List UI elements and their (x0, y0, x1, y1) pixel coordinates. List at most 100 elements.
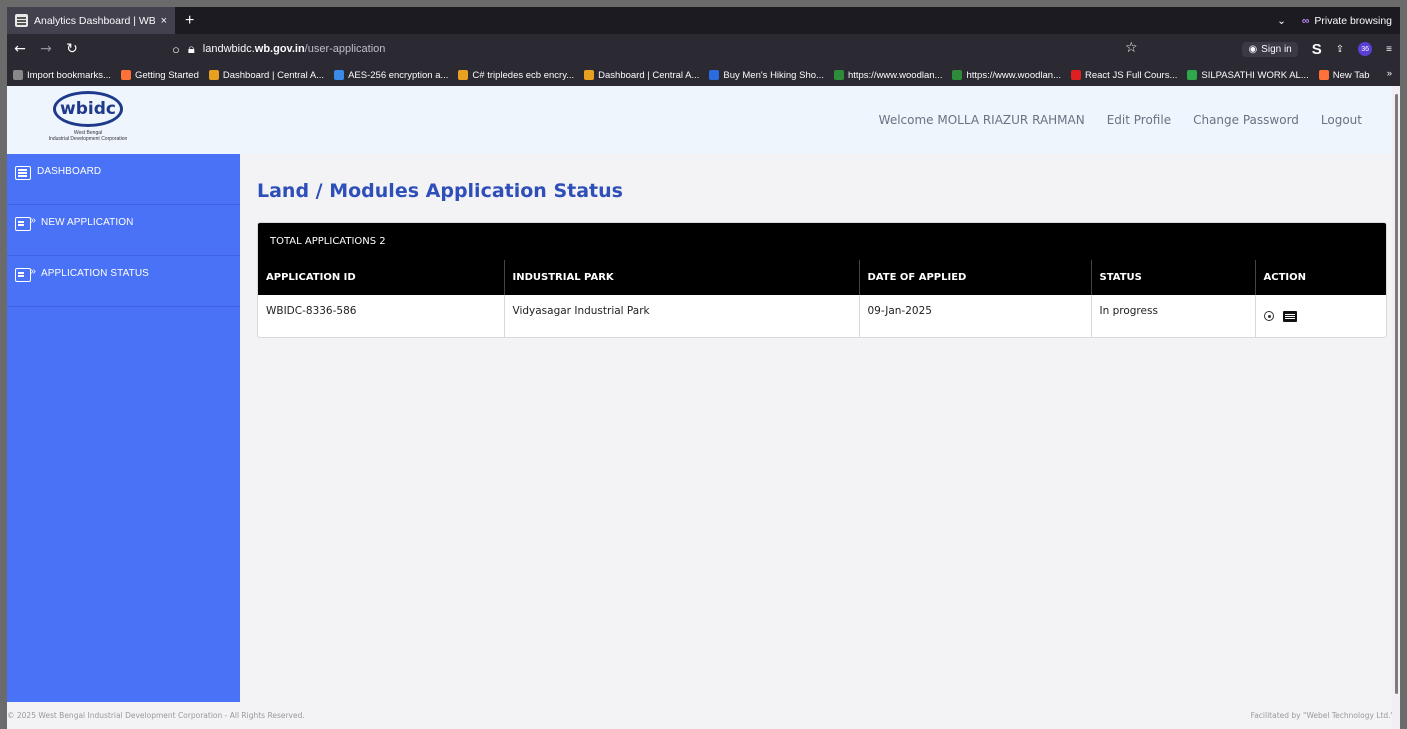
bookmark-item[interactable]: Import bookmarks... (13, 70, 111, 81)
sidebar-item-application-status[interactable]: APPLICATION STATUS (7, 256, 240, 307)
bookmark-label: Import bookmarks... (27, 69, 111, 81)
bookmark-favicon-icon (208, 70, 219, 80)
bookmark-favicon-icon (458, 70, 469, 80)
date-applied-cell: 09-Jan-2025 (858, 295, 1091, 337)
share-icon[interactable]: ⇪ (1336, 44, 1344, 55)
bookmark-item[interactable]: Buy Men's Hiking Sho... (709, 70, 824, 81)
private-browsing-indicator: ∞ Private browsing (1302, 15, 1392, 27)
status-cell: In progress (1090, 295, 1255, 337)
bookmark-item[interactable]: Dashboard | Central A... (208, 69, 325, 81)
tab-title: Analytics Dashboard | WBIDC (34, 14, 155, 27)
applications-table-card: TOTAL APPLICATIONS 2 APPLICATION ID INDU… (257, 222, 1387, 338)
bookmark-label: C# tripledes ecb encry... (472, 69, 575, 81)
bookmark-item[interactable]: Dashboard | Central A... (584, 70, 699, 81)
applications-table: APPLICATION ID INDUSTRIAL PARK DATE OF A… (258, 260, 1386, 337)
reload-button[interactable]: ↻ (59, 41, 85, 57)
bookmark-favicon-icon (952, 70, 963, 80)
web-page: wbidc West Bengal Industrial Development… (7, 86, 1400, 729)
sign-in-button[interactable]: ◉ Sign in (1242, 41, 1298, 57)
logout-link[interactable]: Logout (1321, 113, 1362, 127)
lock-icon[interactable]: 🔒︎ (188, 41, 195, 57)
logo-line-2: Industrial Development Corporation (48, 136, 128, 142)
s-extension-icon[interactable]: S (1312, 41, 1322, 58)
private-mask-icon: ∞ (1301, 14, 1310, 27)
bookmark-label: https://www.woodlan... (847, 69, 943, 81)
new-application-icon (15, 215, 36, 231)
bookmark-label: SILPASATHI WORK AL... (1201, 69, 1309, 81)
view-icon[interactable] (1263, 311, 1274, 321)
dashboard-icon (15, 166, 31, 180)
edit-profile-link[interactable]: Edit Profile (1107, 113, 1171, 127)
bookmark-favicon-icon (13, 70, 23, 80)
bookmark-favicon-icon (334, 70, 345, 80)
forward-button[interactable]: → (33, 41, 59, 57)
sign-in-label: Sign in (1261, 43, 1292, 55)
copyright-text: © 2025 West Bengal Industrial Developmen… (7, 711, 305, 720)
back-button[interactable]: ← (7, 41, 33, 57)
extension-badge[interactable]: 36 (1358, 42, 1373, 56)
list-tabs-icon[interactable]: ⌄ (1277, 15, 1286, 27)
industrial-park-cell: Vidyasagar Industrial Park (503, 295, 859, 337)
page-scrollbar[interactable] (1392, 86, 1400, 729)
bookmark-item[interactable]: React JS Full Cours... (1071, 70, 1177, 81)
browser-window: Analytics Dashboard | WBIDC × + ⌄ ∞ Priva… (7, 7, 1400, 729)
column-header: STATUS (1090, 260, 1255, 295)
bookmark-item[interactable]: C# tripledes ecb encry... (458, 70, 574, 81)
scrollbar-thumb[interactable] (1395, 94, 1398, 694)
table-header-row: APPLICATION ID INDUSTRIAL PARK DATE OF A… (258, 260, 1386, 295)
url-bar[interactable]: ○ 🔒︎ landwbidc.wb.gov.in/user-applicatio… (172, 37, 1372, 61)
bookmark-favicon-icon (584, 70, 595, 80)
url-host: landwbidc.wb.gov.in (202, 43, 305, 55)
sidebar-item-dashboard[interactable]: DASHBOARD (7, 154, 240, 205)
bookmark-label: React JS Full Cours... (1085, 69, 1178, 81)
total-applications: TOTAL APPLICATIONS 2 (258, 223, 1386, 260)
browser-tab[interactable]: Analytics Dashboard | WBIDC × (7, 7, 175, 34)
table-row: WBIDC-8336-586 Vidyasagar Industrial Par… (258, 295, 1386, 337)
private-label: Private browsing (1314, 14, 1392, 27)
navigation-bar: ← → ↻ ○ 🔒︎ landwbidc.wb.gov.in/user-appl… (7, 34, 1400, 64)
close-tab-icon[interactable]: × (161, 15, 167, 27)
facilitated-text: Facilitated by "Webel Technology Ltd." (1250, 711, 1394, 720)
column-header: ACTION (1254, 260, 1386, 295)
bookmark-item[interactable]: https://www.woodlan... (833, 69, 943, 81)
document-icon[interactable] (1282, 310, 1297, 322)
column-header: APPLICATION ID (258, 260, 504, 295)
action-cell (1254, 295, 1386, 337)
bookmark-item[interactable]: New Tab (1318, 70, 1370, 81)
site-header: wbidc West Bengal Industrial Development… (7, 86, 1400, 154)
shield-icon[interactable]: ○ (172, 42, 180, 57)
toolbar-right: ◉ Sign in S ⇪ 36 ≡ (1242, 34, 1392, 64)
account-icon: ◉ (1248, 43, 1258, 55)
page-title: Land / Modules Application Status (257, 180, 623, 202)
bookmark-star-icon[interactable]: ☆ (1125, 40, 1138, 56)
new-tab-button[interactable]: + (185, 12, 194, 30)
bookmark-label: Dashboard | Central A... (222, 69, 325, 81)
bookmark-favicon-icon (833, 70, 844, 80)
logo-mark: wbidc (53, 91, 123, 127)
more-bookmarks-icon[interactable]: » (1387, 68, 1392, 79)
welcome-text: Welcome MOLLA RIAZUR RAHMAN (878, 113, 1085, 127)
bookmark-favicon-icon (120, 70, 131, 80)
bookmark-label: https://www.woodlan... (966, 69, 1061, 81)
tab-bar: Analytics Dashboard | WBIDC × + ⌄ ∞ Priva… (7, 7, 1400, 34)
bookmark-item[interactable]: SILPASATHI WORK AL... (1187, 69, 1309, 81)
site-footer: © 2025 West Bengal Industrial Developmen… (7, 702, 1400, 729)
bookmark-item[interactable]: https://www.woodlan... (952, 70, 1061, 81)
bookmark-favicon-icon (1187, 70, 1198, 80)
tabbar-right: ⌄ ∞ Private browsing (1277, 7, 1392, 34)
column-header: DATE OF APPLIED (858, 260, 1091, 295)
change-password-link[interactable]: Change Password (1193, 113, 1299, 127)
tab-favicon-icon (15, 14, 28, 27)
application-id-cell: WBIDC-8336-586 (266, 305, 357, 317)
menu-icon[interactable]: ≡ (1386, 44, 1392, 55)
bookmark-favicon-icon (1071, 70, 1081, 80)
sidebar-item-new-application[interactable]: NEW APPLICATION (7, 205, 240, 256)
bookmark-item[interactable]: AES-256 encryption a... (334, 70, 448, 81)
main-content: Land / Modules Application Status TOTAL … (257, 154, 1387, 338)
bookmark-item[interactable]: Getting Started (120, 70, 199, 81)
wbidc-logo[interactable]: wbidc West Bengal Industrial Development… (32, 89, 144, 149)
bookmark-favicon-icon (709, 70, 720, 80)
sidebar-item-label: DASHBOARD (37, 166, 102, 177)
url-path: /user-application (304, 43, 386, 55)
column-header: INDUSTRIAL PARK (503, 260, 859, 295)
